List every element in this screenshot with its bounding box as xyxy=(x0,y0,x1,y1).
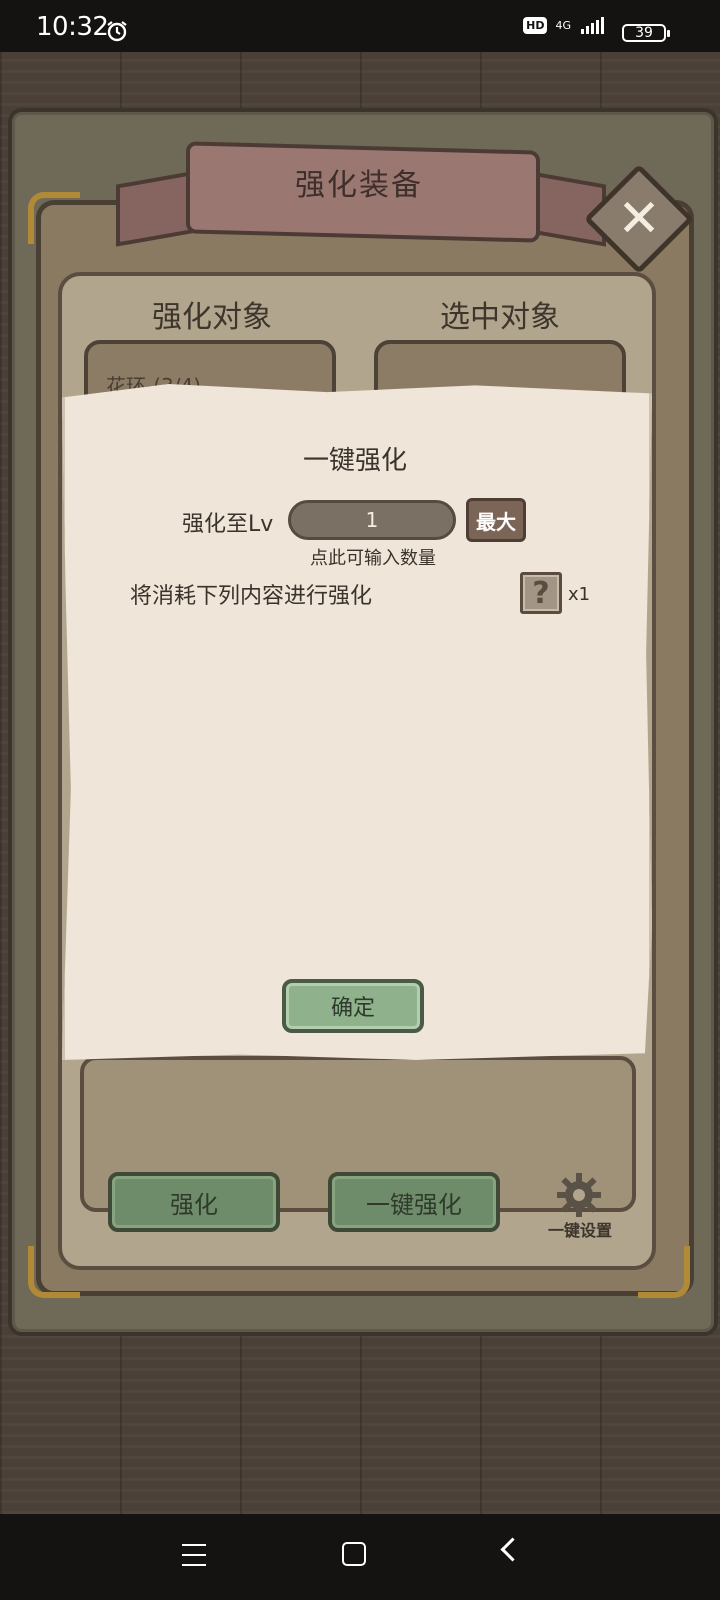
upgrade-to-level-label: 强化至Lv xyxy=(182,512,274,537)
upgrade-target-label: 强化对象 xyxy=(152,300,272,335)
popup-title: 一键强化 xyxy=(302,446,407,476)
status-bar: 10:32 HD 4G 39 xyxy=(0,0,720,52)
input-hint: 点此可输入数量 xyxy=(310,548,436,569)
corner-ornament xyxy=(28,192,80,244)
battery-icon: 39 xyxy=(622,24,670,42)
signal-icon xyxy=(581,16,604,34)
one-click-upgrade-button[interactable]: 一键强化 xyxy=(328,1172,500,1232)
one-click-settings-label[interactable]: 一键设置 xyxy=(542,1217,618,1241)
level-input[interactable]: 1 xyxy=(288,500,456,540)
upgrade-button[interactable]: 强化 xyxy=(108,1172,280,1232)
max-button[interactable]: 最大 xyxy=(466,498,526,542)
upgrade-button-label: 强化 xyxy=(170,1190,218,1219)
network-type: 4G xyxy=(555,18,571,32)
window-title: 强化装备 xyxy=(295,168,423,203)
hd-badge: HD xyxy=(523,16,548,34)
home-icon[interactable] xyxy=(342,1542,366,1566)
confirm-button-label: 确定 xyxy=(330,996,375,1021)
back-icon[interactable] xyxy=(500,1537,525,1562)
menu-icon[interactable] xyxy=(182,1544,206,1566)
battery-level: 39 xyxy=(635,25,653,41)
status-time: 10:32 xyxy=(36,12,109,42)
selected-target-label: 选中对象 xyxy=(440,300,560,335)
close-x-icon[interactable]: ✕ xyxy=(600,180,678,258)
alarm-icon xyxy=(107,21,127,42)
max-button-label: 最大 xyxy=(476,509,516,534)
consume-description: 将消耗下列内容进行强化 xyxy=(130,584,373,609)
question-mark-item-icon[interactable]: ? xyxy=(520,572,562,614)
consume-item-count: x1 xyxy=(568,584,591,605)
one-click-upgrade-popup xyxy=(62,384,652,1060)
navigation-bar xyxy=(0,1514,720,1600)
confirm-button[interactable]: 确定 xyxy=(282,979,424,1033)
one-click-upgrade-label: 一键强化 xyxy=(366,1190,462,1219)
gear-icon[interactable] xyxy=(556,1172,602,1218)
